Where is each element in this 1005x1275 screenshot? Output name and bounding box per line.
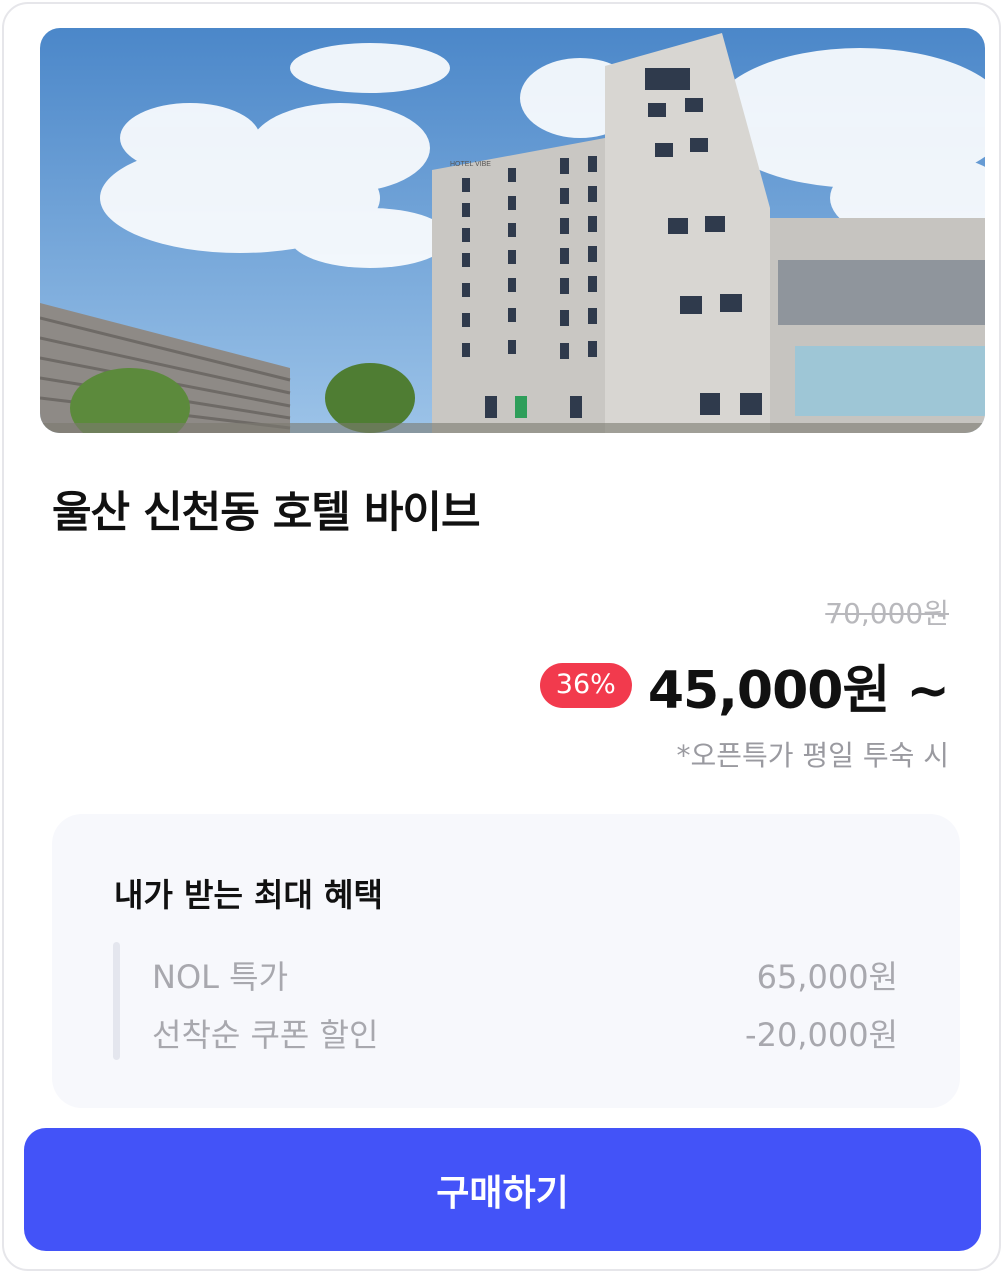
- benefit-row-value: 65,000원: [756, 958, 898, 996]
- hotel-photo[interactable]: HOTEL VIBE: [40, 28, 985, 433]
- hotel-title: 울산 신천동 호텔 바이브: [52, 488, 481, 538]
- product-card: HOTEL VIBE 울산 신천동 호텔 바이브 70,000원 36% 45,…: [2, 2, 1001, 1271]
- sale-price: 45,000원 ~: [647, 661, 950, 721]
- benefit-row-label: 선착순 쿠폰 할인: [152, 1016, 379, 1054]
- benefit-title: 내가 받는 최대 혜택: [114, 876, 383, 914]
- hotel-sign: HOTEL VIBE: [450, 161, 491, 168]
- benefit-box: 내가 받는 최대 혜택 NOL 특가 65,000원 선착순 쿠폰 할인 -20…: [52, 814, 960, 1108]
- benefit-row: NOL 특가 65,000원: [152, 952, 898, 998]
- price-row: 36% 45,000원 ~: [539, 648, 950, 723]
- buy-button[interactable]: 구매하기: [24, 1128, 981, 1251]
- price-note: *오픈특가 평일 투숙 시: [676, 739, 949, 772]
- benefit-divider: [113, 942, 120, 1060]
- original-price: 70,000원: [825, 597, 949, 630]
- hotel-building-image: HOTEL VIBE: [40, 28, 985, 433]
- benefit-row-label: NOL 특가: [152, 958, 289, 996]
- discount-badge: 36%: [539, 663, 632, 708]
- benefit-row-value: -20,000원: [745, 1016, 898, 1054]
- benefit-row: 선착순 쿠폰 할인 -20,000원: [152, 1010, 898, 1056]
